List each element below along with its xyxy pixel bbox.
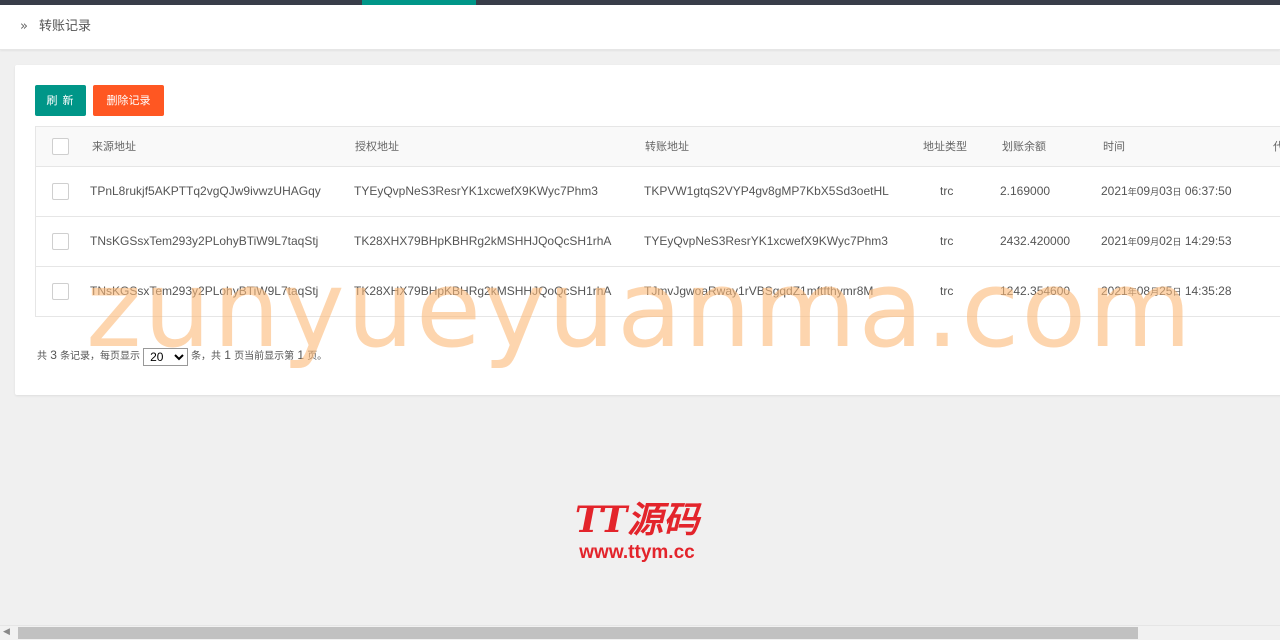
time: 2021年09月02日 14:29:53: [1101, 234, 1232, 248]
records-table: 来源地址 授权地址 转账地址 地址类型 划账余额 时间 代 TPnL8rukjf…: [35, 126, 1280, 317]
double-chevron-right-icon: »: [20, 19, 28, 34]
table-row: TNsKGSsxTem293y2PLohyBTiW9L7taqStj TK28X…: [35, 267, 1280, 317]
column-header-type: 地址类型: [923, 140, 967, 153]
transfer-address: TYEyQvpNeS3ResrYK1xcwefX9KWyc7Phm3: [644, 234, 888, 248]
table-header: 来源地址 授权地址 转账地址 地址类型 划账余额 时间 代: [35, 127, 1280, 167]
pager-text: 条，共: [191, 351, 222, 362]
transfer-address: TJmvJgwoaRway1rVBSgqdZ1mftfthymr8M: [644, 284, 874, 298]
table-row: TNsKGSsxTem293y2PLohyBTiW9L7taqStj TK28X…: [35, 217, 1280, 267]
records-card: 刷新 删除记录 来源地址 授权地址 转账地址 地址类型 划账余额 时间 代 TP…: [15, 65, 1280, 395]
column-header-source: 来源地址: [92, 140, 136, 153]
balance: 1242.354600: [1000, 284, 1071, 298]
auth-address: TK28XHX79BHpKBHRg2kMSHHJQoQcSH1rhA: [354, 284, 612, 298]
column-header-more: 代: [1273, 140, 1280, 153]
pager-text: 页。: [307, 351, 328, 362]
balance: 2.169000: [1000, 184, 1051, 198]
auth-address: TYEyQvpNeS3ResrYK1xcwefX9KWyc7Phm3: [354, 184, 598, 198]
pager-text: 页当前显示第: [234, 351, 295, 362]
row-checkbox[interactable]: [52, 183, 69, 200]
scroll-left-arrow-icon[interactable]: ◀: [3, 627, 10, 637]
delete-records-button[interactable]: 删除记录: [93, 85, 164, 116]
logo-title: TT源码: [574, 499, 700, 541]
row-checkbox[interactable]: [52, 283, 69, 300]
per-page-select[interactable]: 20: [143, 347, 189, 366]
row-checkbox[interactable]: [52, 233, 69, 250]
current-page: 1: [297, 348, 304, 362]
scrollbar-thumb[interactable]: [18, 627, 1138, 639]
ttym-logo: TT源码 www.ttym.cc: [562, 498, 712, 564]
pagination-info: 共 3 条记录，每页显示 20 条，共 1 页当前显示第 1 页。: [37, 345, 327, 367]
address-type: trc: [940, 284, 954, 298]
refresh-button[interactable]: 刷新: [35, 85, 86, 116]
balance: 2432.420000: [1000, 234, 1071, 248]
column-header-auth: 授权地址: [355, 140, 399, 153]
auth-address: TK28XHX79BHpKBHRg2kMSHHJQoQcSH1rhA: [354, 234, 612, 248]
table-row: TPnL8rukjf5AKPTTq2vgQJw9ivwzUHAGqy TYEyQ…: [35, 167, 1280, 217]
page-count: 1: [224, 348, 231, 362]
transfer-address: TKPVW1gtqS2VYP4gv8gMP7KbX5Sd3oetHL: [644, 184, 889, 198]
time: 2021年09月03日 06:37:50: [1101, 184, 1232, 198]
horizontal-scrollbar[interactable]: ◀: [0, 625, 1280, 640]
total-count: 3: [50, 348, 57, 362]
pager-text: 共: [37, 351, 47, 362]
address-type: trc: [940, 184, 954, 198]
select-all-checkbox[interactable]: [52, 138, 69, 155]
page-title: 转账记录: [39, 19, 92, 34]
source-address: TPnL8rukjf5AKPTTq2vgQJw9ivwzUHAGqy: [90, 184, 321, 198]
breadcrumb: » 转账记录: [0, 5, 1280, 50]
source-address: TNsKGSsxTem293y2PLohyBTiW9L7taqStj: [90, 284, 319, 298]
pager-text: 条记录，每页显示: [60, 351, 141, 362]
column-header-transfer: 转账地址: [645, 140, 689, 153]
column-header-balance: 划账余额: [1002, 140, 1046, 153]
column-header-time: 时间: [1103, 140, 1125, 153]
source-address: TNsKGSsxTem293y2PLohyBTiW9L7taqStj: [90, 234, 319, 248]
time: 2021年08月25日 14:35:28: [1101, 284, 1232, 298]
address-type: trc: [940, 234, 954, 248]
logo-url: www.ttym.cc: [579, 542, 695, 563]
